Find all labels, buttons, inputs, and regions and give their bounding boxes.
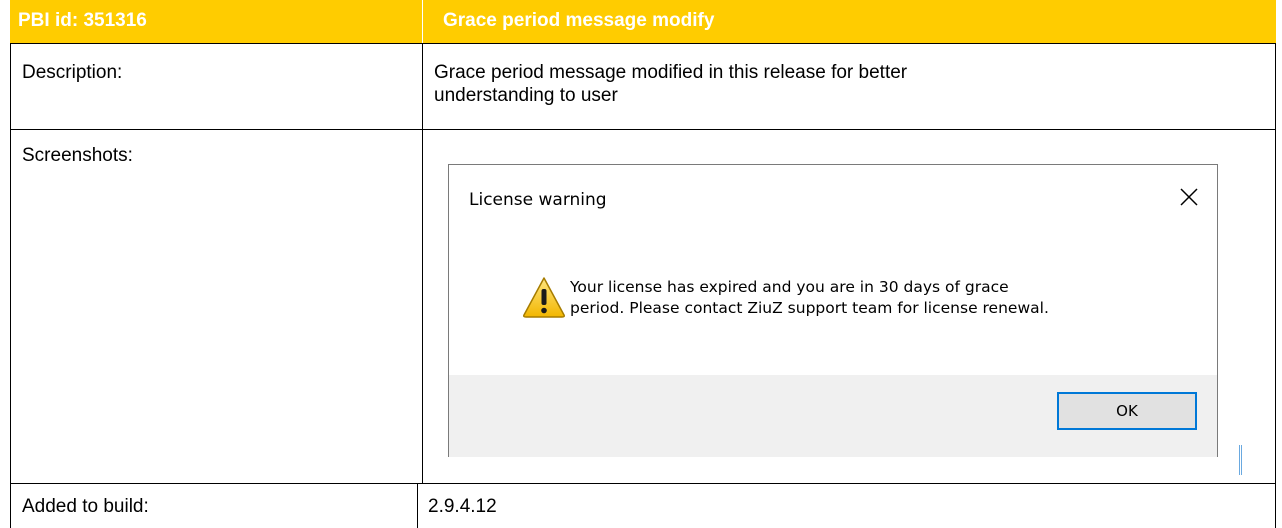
description-line-1: Grace period message modified in this re… (434, 62, 908, 83)
pbi-id-label: PBI id: 351316 (18, 10, 147, 31)
description-label: Description: (22, 62, 123, 83)
warning-icon (523, 277, 565, 318)
dialog-title: License warning (469, 190, 607, 210)
close-icon[interactable] (1177, 185, 1201, 209)
row-divider (10, 483, 1276, 484)
row-divider (10, 43, 1276, 44)
build-label: Added to build: (22, 496, 149, 517)
dialog-message-line-1: Your license has expired and you are in … (570, 278, 1009, 296)
build-value: 2.9.4.12 (428, 496, 497, 517)
pbi-title: Grace period message modify (443, 10, 715, 31)
table-border-right (1275, 43, 1276, 528)
ok-button[interactable]: OK (1057, 392, 1197, 430)
license-warning-dialog: License warning Your license has expired… (448, 164, 1218, 457)
row-divider (10, 129, 1276, 130)
column-divider (417, 483, 418, 528)
dialog-message-line-2: period. Please contact ZiuZ support team… (570, 299, 1049, 317)
header-id-cell: PBI id: 351316 (10, 0, 423, 43)
window-edge-fragment (1239, 445, 1242, 475)
description-line-2: understanding to user (434, 85, 618, 106)
table-header-row: PBI id: 351316 Grace period message modi… (10, 0, 1276, 43)
screenshots-label: Screenshots: (22, 145, 133, 166)
column-divider (422, 43, 423, 483)
table-border-left (10, 43, 11, 528)
